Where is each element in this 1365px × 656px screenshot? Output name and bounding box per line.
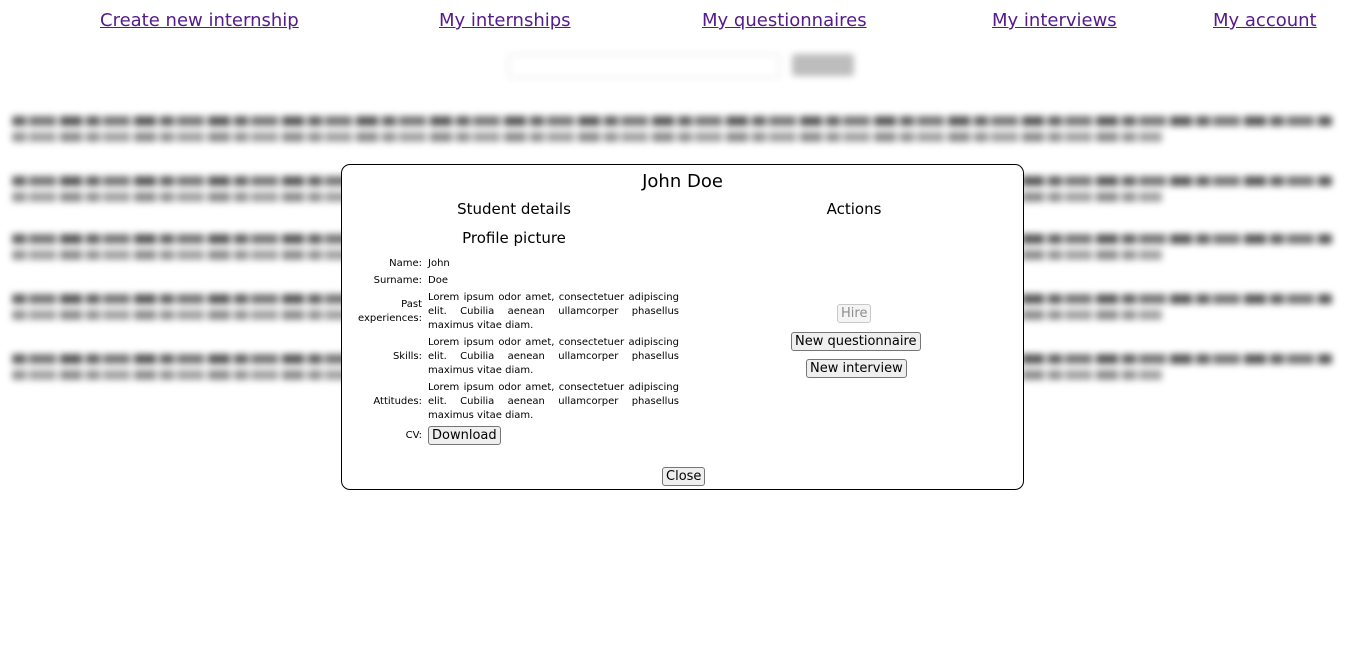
nav-my-internships[interactable]: My internships (439, 10, 571, 31)
name-label: Name: (389, 258, 422, 269)
nav-my-questionnaires[interactable]: My questionnaires (702, 10, 867, 31)
detail-row-attitudes: Attitudes: Lorem ipsum odor amet, consec… (358, 381, 679, 423)
profile-picture: Profile picture (462, 229, 566, 247)
new-questionnaire-button[interactable]: New questionnaire (791, 332, 921, 351)
cv-cell: Download (426, 426, 679, 445)
attitudes-label: Attitudes: (373, 396, 422, 407)
cv-label: CV: (405, 429, 422, 441)
blurred-search-input (508, 54, 780, 78)
new-interview-button[interactable]: New interview (806, 359, 907, 378)
blurred-text-line (12, 116, 1332, 126)
surname-label: Surname: (373, 275, 422, 286)
student-details-table: Name: John Surname: Doe Past experiences… (356, 254, 681, 448)
attitudes-value: Lorem ipsum odor amet, consectetuer adip… (428, 382, 679, 421)
name-value: John (428, 258, 450, 269)
blurred-search-button (792, 54, 854, 76)
skills-label: Skills: (392, 351, 422, 362)
student-details-heading: Student details (457, 200, 571, 218)
past-experiences-value: Lorem ipsum odor amet, consectetuer adip… (428, 292, 679, 331)
blurred-text-line (12, 132, 1162, 142)
nav-my-interviews[interactable]: My interviews (992, 10, 1117, 31)
nav-create-new-internship[interactable]: Create new internship (100, 10, 299, 31)
detail-row-skills: Skills: Lorem ipsum odor amet, consectet… (358, 336, 679, 378)
modal-title: John Doe (642, 171, 723, 192)
skills-value: Lorem ipsum odor amet, consectetuer adip… (428, 337, 679, 376)
surname-value: Doe (428, 275, 448, 286)
hire-button[interactable]: Hire (837, 304, 872, 323)
student-detail-modal: John Doe Student details Actions Profile… (341, 164, 1024, 490)
nav-my-account[interactable]: My account (1213, 10, 1317, 31)
detail-row-surname: Surname: Doe (358, 274, 679, 288)
top-navigation: Create new internship My internships My … (0, 8, 1365, 34)
detail-row-past-experiences: Past experiences: Lorem ipsum odor amet,… (358, 291, 679, 333)
download-cv-button[interactable]: Download (428, 426, 501, 445)
actions-heading: Actions (826, 200, 882, 218)
detail-row-cv: CV: Download (358, 426, 679, 445)
detail-row-name: Name: John (358, 257, 679, 271)
past-experiences-label: Past experiences: (358, 299, 423, 324)
close-button[interactable]: Close (662, 467, 706, 486)
